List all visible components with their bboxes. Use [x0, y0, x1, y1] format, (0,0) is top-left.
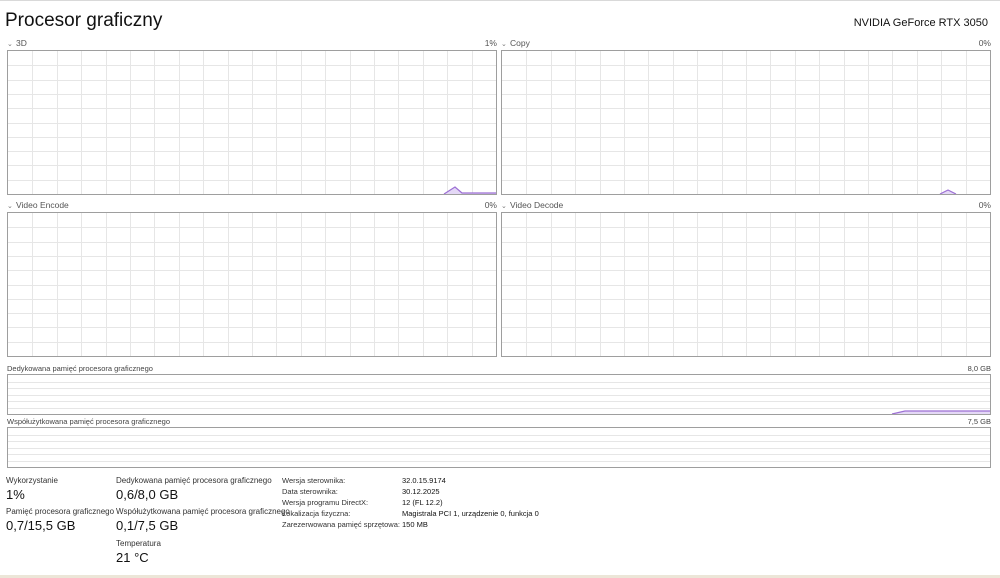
shared-memory-value: 0,1/7,5 GB: [116, 518, 179, 533]
engine-selector-video-encode[interactable]: ⌄ Video Encode: [7, 200, 69, 210]
info-driver-date-key: Data sterownika:: [282, 487, 338, 496]
dedicated-memory-graph-label: Dedykowana pamięć procesora graficznego: [7, 364, 153, 373]
info-driver-date-value: 30.12.2025: [402, 487, 440, 496]
shared-memory-graph-max: 7,5 GB: [967, 417, 991, 426]
engine-panel-copy: ⌄ Copy 0%: [501, 36, 991, 195]
engine-panel-video-decode: ⌄ Video Decode 0%: [501, 198, 991, 357]
info-driver-version-value: 32.0.15.9174: [402, 476, 446, 485]
info-reserved-memory-value: 150 MB: [402, 520, 428, 529]
chevron-down-icon: ⌄: [501, 203, 507, 210]
graph-grid: [8, 382, 990, 414]
engine-name: 3D: [16, 38, 27, 48]
gpu-model-name: NVIDIA GeForce RTX 3050: [853, 17, 988, 29]
info-reserved-memory-key: Zarezerwowana pamięć sprzętowa:: [282, 520, 400, 529]
engine-usage: 0%: [484, 200, 497, 210]
engine-name: Copy: [510, 38, 530, 48]
engine-name: Video Decode: [510, 200, 564, 210]
info-directx-key: Wersja programu DirectX:: [282, 498, 369, 507]
shared-memory-graph: [7, 427, 991, 468]
dedicated-memory-value: 0,6/8,0 GB: [116, 487, 179, 502]
window-top-border: [0, 0, 1000, 1]
graph-grid: [502, 51, 990, 194]
engine-usage: 1%: [484, 38, 497, 48]
graph-grid: [8, 213, 496, 356]
shared-memory-label: Współużytkowana pamięć procesora graficz…: [116, 507, 290, 516]
utilization-label: Wykorzystanie: [6, 476, 58, 485]
info-location-value: Magistrala PCI 1, urządzenie 0, funkcja …: [402, 509, 539, 518]
info-directx-value: 12 (FL 12.2): [402, 498, 443, 507]
gpu-memory-value: 0,7/15,5 GB: [6, 518, 76, 533]
engine-name: Video Encode: [16, 200, 69, 210]
dedicated-memory-graph-max: 8,0 GB: [967, 364, 991, 373]
engine-graph-copy: [501, 50, 991, 195]
engine-graph-3d: [7, 50, 497, 195]
engine-panel-3d: ⌄ 3D 1%: [7, 36, 497, 195]
dedicated-memory-label: Dedykowana pamięć procesora graficznego: [116, 476, 272, 485]
utilization-value: 1%: [6, 487, 25, 502]
temperature-value: 21 °C: [116, 550, 149, 565]
graph-grid: [8, 435, 990, 462]
engine-usage: 0%: [978, 38, 991, 48]
info-location-key: Lokalizacja fizyczna:: [282, 509, 351, 518]
info-driver-version-key: Wersja sterownika:: [282, 476, 346, 485]
chevron-down-icon: ⌄: [7, 203, 13, 210]
graph-grid: [8, 51, 496, 194]
engine-selector-copy[interactable]: ⌄ Copy: [501, 38, 530, 48]
chevron-down-icon: ⌄: [501, 41, 507, 48]
engine-selector-3d[interactable]: ⌄ 3D: [7, 38, 27, 48]
engine-panel-video-encode: ⌄ Video Encode 0%: [7, 198, 497, 357]
engine-graph-video-decode: [501, 212, 991, 357]
shared-memory-graph-label: Współużytkowana pamięć procesora graficz…: [7, 417, 170, 426]
chevron-down-icon: ⌄: [7, 41, 13, 48]
temperature-label: Temperatura: [116, 539, 161, 548]
engine-selector-video-decode[interactable]: ⌄ Video Decode: [501, 200, 563, 210]
graph-grid: [502, 213, 990, 356]
dedicated-memory-graph: [7, 374, 991, 415]
page-title: Procesor graficzny: [5, 10, 163, 31]
engine-graph-video-encode: [7, 212, 497, 357]
gpu-memory-label: Pamięć procesora graficznego: [6, 507, 115, 516]
engine-usage: 0%: [978, 200, 991, 210]
